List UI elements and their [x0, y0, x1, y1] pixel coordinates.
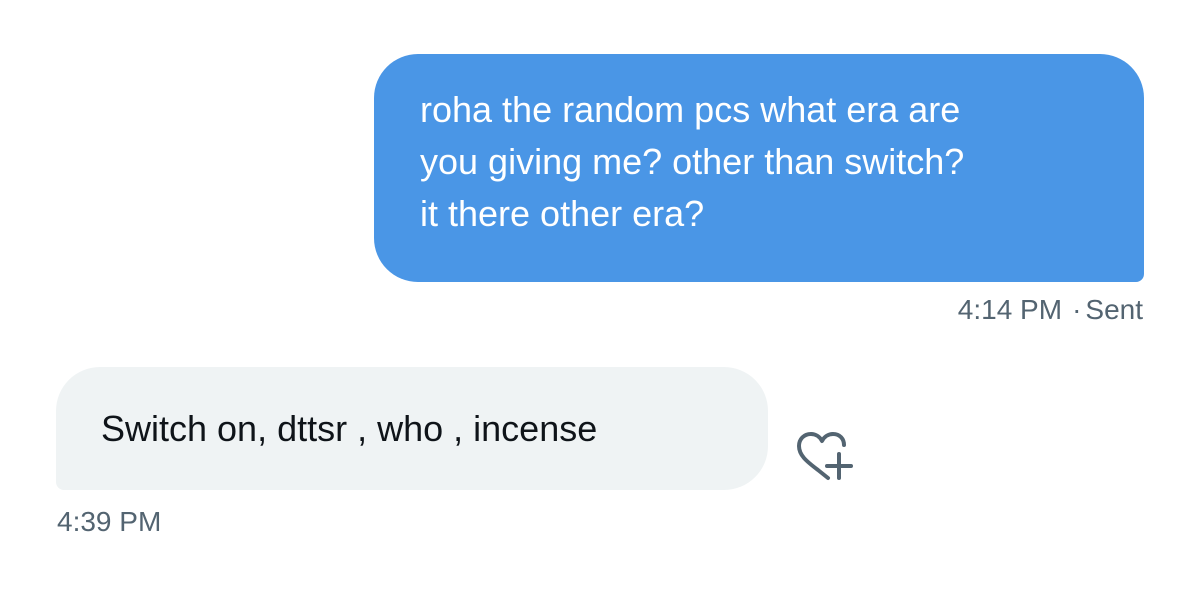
received-message-bubble[interactable]: Switch on, dttsr , who , incense [56, 367, 768, 490]
sent-message-bubble[interactable]: roha the random pcs what era are you giv… [374, 54, 1144, 282]
sent-message-meta: 4:14 PM · Sent [958, 294, 1143, 326]
received-message-text: Switch on, dttsr , who , incense [101, 408, 598, 449]
received-message-time: 4:39 PM [57, 506, 162, 537]
meta-separator: · [1072, 294, 1082, 325]
heart-plus-icon[interactable] [792, 430, 856, 486]
sent-message-line-1: roha the random pcs what era are [420, 89, 961, 130]
sent-message-time: 4:14 PM [957, 294, 1063, 325]
sent-message-line-3: it there other era? [420, 193, 705, 234]
sent-status: Sent [1085, 294, 1143, 325]
sent-message-line-2: you giving me? other than switch? [420, 141, 965, 182]
